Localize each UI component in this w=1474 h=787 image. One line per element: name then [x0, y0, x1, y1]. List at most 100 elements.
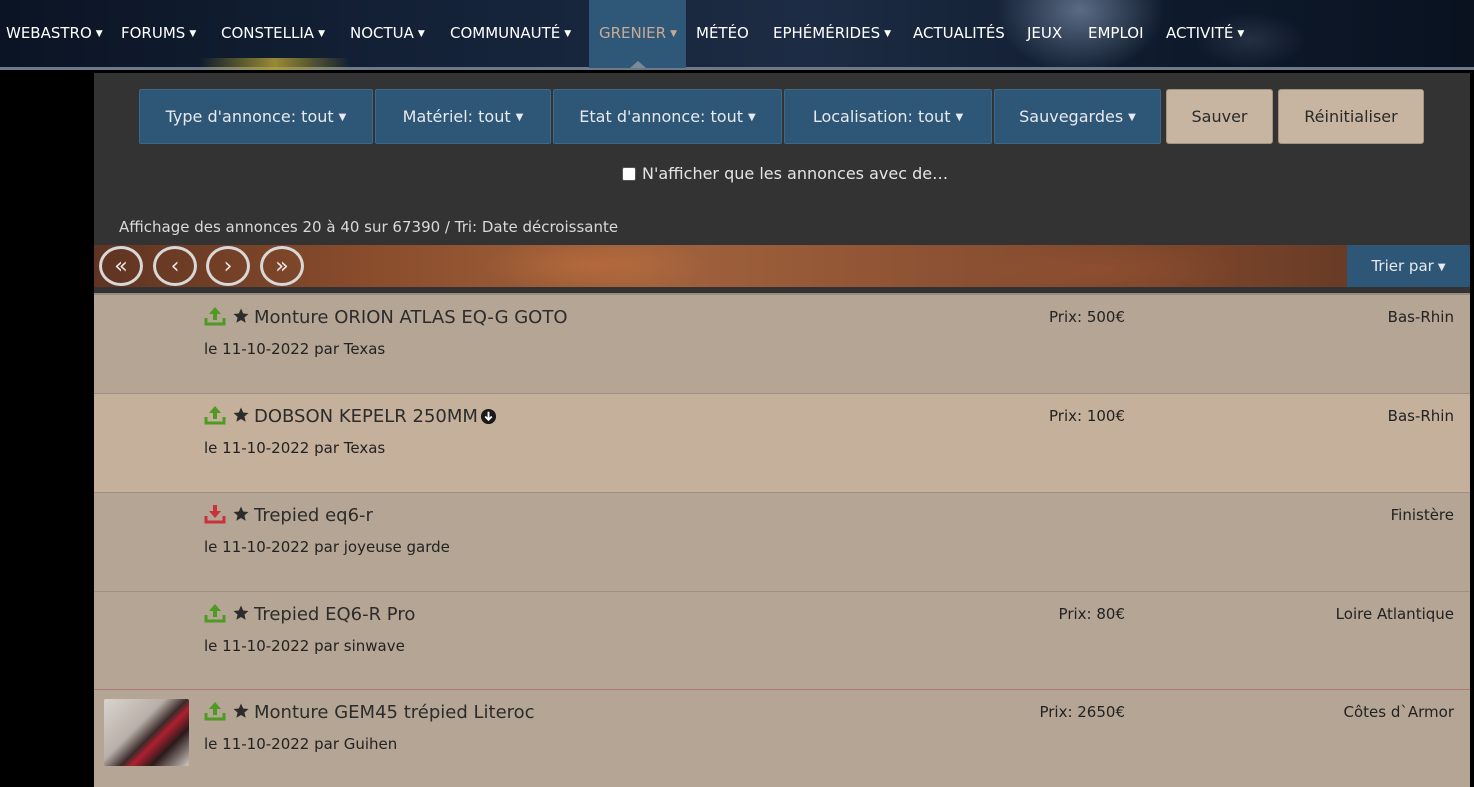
list-separator	[94, 287, 1470, 295]
caret-down-icon: ▼	[318, 29, 325, 39]
caret-down-icon: ▼	[189, 29, 197, 39]
nav-label: EPHÉMÉRIDES	[773, 24, 881, 42]
prev-page-button[interactable]: ‹	[153, 246, 197, 286]
nav-label: NOCTUA	[350, 24, 414, 42]
listing-price: Prix: 100€	[1049, 407, 1125, 425]
classifieds-panel: Type d'annonce: tout ▼ Matériel: tout ▼ Et…	[94, 73, 1470, 787]
nav-item-forums[interactable]: FORUMS ▼	[121, 0, 196, 68]
download-icon	[204, 505, 226, 524]
nav-item-grenier[interactable]: GRENIER ▼	[589, 0, 686, 68]
star-icon[interactable]	[232, 702, 250, 720]
filter-label: Matériel: tout	[402, 107, 511, 126]
upload-icon	[204, 702, 226, 721]
listing-price: Prix: 80€	[1058, 605, 1125, 623]
listing-title[interactable]: Trepied EQ6-R Pro	[254, 604, 415, 625]
listing-title-link[interactable]: Trepied eq6-r	[254, 505, 373, 526]
attachment-filter: N'afficher que les annonces avec de…	[622, 164, 948, 183]
caret-down-icon: ▼	[338, 112, 347, 123]
listing-title[interactable]: DOBSON KEPELR 250MM	[254, 406, 478, 427]
nav-label: FORUMS	[121, 24, 186, 42]
top-navigation: WEBASTRO ▼ FORUMS ▼ CONSTELLIA ▼ NOCTUA ▼ CO…	[0, 0, 1474, 70]
listing-title-link[interactable]: DOBSON KEPELR 250MM	[254, 406, 497, 427]
upload-icon	[204, 406, 226, 425]
nav-label: EMPLOI	[1088, 24, 1144, 42]
caret-down-icon: ▼	[748, 112, 756, 123]
nav-item-noctua[interactable]: NOCTUA ▼	[350, 0, 425, 68]
filter-localisation-button[interactable]: Localisation: tout ▼	[784, 89, 992, 144]
listing-title[interactable]: Monture GEM45 trépied Literoc	[254, 702, 535, 723]
nav-item-activite[interactable]: ACTIVITÉ ▼	[1166, 0, 1244, 68]
listing-meta: le 11-10-2022 par Guihen	[204, 735, 398, 753]
nav-item-emploi[interactable]: EMPLOI	[1088, 0, 1144, 68]
reset-button[interactable]: Réinitialiser	[1278, 89, 1424, 144]
listing-row[interactable]: Monture ORION ATLAS EQ-G GOTO le 11-10-2…	[94, 295, 1470, 394]
listing-location: Bas-Rhin	[1387, 308, 1454, 326]
nav-item-ephemerides[interactable]: EPHÉMÉRIDES ▼	[773, 0, 891, 68]
pagination-bar: « ‹ › » Trier par ▼	[94, 245, 1470, 287]
listing-meta: le 11-10-2022 par joyeuse garde	[204, 538, 450, 556]
nav-item-jeux[interactable]: JEUX	[1027, 0, 1062, 68]
caret-down-icon: ▼	[417, 29, 425, 39]
filter-etat-button[interactable]: Etat d'annonce: tout ▼	[553, 89, 782, 144]
listing-meta: le 11-10-2022 par Texas	[204, 340, 386, 358]
listing-location: Bas-Rhin	[1387, 407, 1454, 425]
upload-icon	[204, 307, 226, 326]
nav-item-constellia[interactable]: CONSTELLIA ▼	[221, 0, 325, 68]
first-page-button[interactable]: «	[99, 246, 143, 286]
caret-down-icon: ▼	[1237, 29, 1245, 39]
star-icon[interactable]	[232, 307, 250, 325]
filter-label: Localisation: tout	[812, 107, 951, 126]
listing-location: Côtes d`Armor	[1343, 703, 1455, 721]
star-icon[interactable]	[232, 406, 250, 424]
caret-down-icon: ▼	[564, 29, 572, 39]
nav-label: CONSTELLIA	[221, 24, 315, 42]
listing-price: Prix: 2650€	[1039, 703, 1125, 721]
star-icon[interactable]	[232, 505, 250, 523]
next-page-button[interactable]: ›	[206, 246, 250, 286]
listing-title-link[interactable]: Monture ORION ATLAS EQ-G GOTO	[254, 307, 568, 328]
filter-label: Sauvegardes	[1019, 107, 1124, 126]
listing-location: Finistère	[1390, 506, 1454, 524]
save-button[interactable]: Sauver	[1166, 89, 1273, 144]
caret-down-icon: ▼	[95, 29, 103, 39]
listing-title-link[interactable]: Monture GEM45 trépied Literoc	[254, 702, 535, 723]
nav-label: GRENIER	[599, 24, 667, 42]
listing-location: Loire Atlantique	[1335, 605, 1454, 623]
circle-arrow-down-icon[interactable]	[480, 408, 497, 425]
attachment-checkbox[interactable]	[622, 166, 636, 181]
listing-title[interactable]: Trepied eq6-r	[254, 505, 373, 526]
checkbox-label[interactable]: N'afficher que les annonces avec de…	[642, 164, 948, 183]
nav-item-actualites[interactable]: ACTUALITÉS	[913, 0, 1005, 68]
filter-label: Etat d'annonce: tout	[579, 107, 743, 126]
sort-button[interactable]: Trier par ▼	[1347, 245, 1470, 287]
caret-down-icon: ▼	[955, 112, 964, 123]
listing-meta: le 11-10-2022 par Texas	[204, 439, 386, 457]
star-icon[interactable]	[232, 604, 250, 622]
listing-row[interactable]: Monture GEM45 trépied Literoc le 11-10-2…	[94, 689, 1470, 787]
listing-row[interactable]: Trepied EQ6-R Pro le 11-10-2022 par sinw…	[94, 592, 1470, 691]
filter-sauvegardes-button[interactable]: Sauvegardes ▼	[994, 89, 1161, 144]
caret-down-icon: ▼	[670, 29, 677, 39]
nav-label: WEBASTRO	[6, 24, 92, 42]
listing-thumbnail[interactable]	[104, 699, 189, 766]
filter-type-button[interactable]: Type d'annonce: tout ▼	[139, 89, 373, 144]
nav-item-meteo[interactable]: MÉTÉO	[696, 0, 749, 68]
active-indicator	[629, 61, 646, 68]
caret-down-icon: ▼	[1128, 112, 1136, 123]
caret-down-icon: ▼	[884, 29, 892, 39]
nav-label: ACTUALITÉS	[913, 24, 1005, 42]
caret-down-icon: ▼	[515, 112, 524, 123]
listing-row[interactable]: DOBSON KEPELR 250MM le 11-10-2022 par Te…	[94, 394, 1470, 493]
sort-label: Trier par	[1371, 257, 1434, 275]
listing-price: Prix: 500€	[1049, 308, 1125, 326]
filter-materiel-button[interactable]: Matériel: tout ▼	[375, 89, 551, 144]
listing-row[interactable]: Trepied eq6-r le 11-10-2022 par joyeuse …	[94, 493, 1470, 592]
last-page-button[interactable]: »	[260, 246, 304, 286]
nav-item-webastro[interactable]: WEBASTRO ▼	[6, 0, 103, 68]
nav-label: JEUX	[1027, 24, 1063, 42]
upload-icon	[204, 604, 226, 623]
filter-label: Type d'annonce: tout	[165, 107, 334, 126]
listing-title[interactable]: Monture ORION ATLAS EQ-G GOTO	[254, 307, 568, 328]
nav-item-communaute[interactable]: COMMUNAUTÉ ▼	[450, 0, 571, 68]
listing-title-link[interactable]: Trepied EQ6-R Pro	[254, 604, 415, 625]
